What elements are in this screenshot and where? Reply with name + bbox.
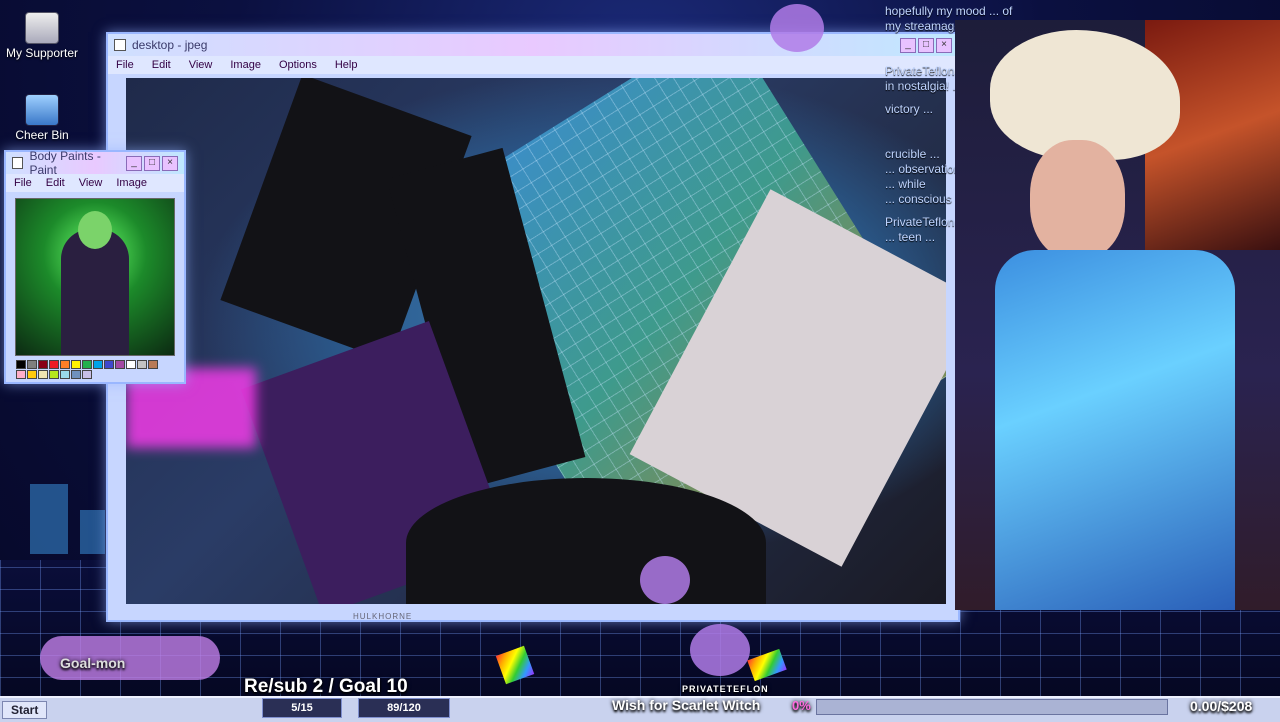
balloon-dog-icon bbox=[690, 624, 750, 676]
stat-1-value: 5/15 bbox=[291, 702, 313, 714]
city-building bbox=[30, 484, 68, 554]
user-tag: PRIVATETEFLON bbox=[682, 684, 769, 694]
image-viewer-window: desktop - jpeg _ □ × File Edit View Imag… bbox=[106, 32, 960, 622]
paint-menu-file[interactable]: File bbox=[14, 177, 32, 189]
palette-swatch[interactable] bbox=[49, 360, 59, 369]
window-footer-label: HULKHORNE bbox=[353, 612, 413, 621]
goal-monitor-label: Goal-mon bbox=[60, 655, 126, 671]
joker-portrait bbox=[15, 198, 175, 356]
menu-edit[interactable]: Edit bbox=[152, 59, 171, 71]
streamer-face bbox=[1030, 140, 1125, 260]
start-button[interactable]: Start bbox=[2, 701, 48, 719]
stat-box-1: 5/15 bbox=[262, 698, 342, 718]
palette-swatch[interactable] bbox=[38, 360, 48, 369]
menu-options[interactable]: Options bbox=[279, 59, 317, 71]
city-building bbox=[80, 510, 105, 554]
palette-swatch[interactable] bbox=[16, 360, 26, 369]
money-goal: 0.00/$208 bbox=[1190, 698, 1253, 714]
resub-goal-text: Re/sub 2 / Goal 10 bbox=[244, 676, 408, 697]
paint-minimize-button[interactable]: _ bbox=[126, 155, 142, 171]
paint-window: Body Paints - Paint _ □ × File Edit View… bbox=[4, 149, 186, 384]
menu-bar: File Edit View Image Options Help bbox=[108, 56, 958, 74]
desktop-icon-label: My Supporter bbox=[5, 46, 79, 60]
wish-percent: 0% bbox=[792, 698, 811, 713]
paint-app-icon bbox=[12, 157, 24, 169]
palette-swatch[interactable] bbox=[82, 370, 92, 379]
paint-menu-image[interactable]: Image bbox=[116, 177, 147, 189]
desktop-icon-label: Cheer Bin bbox=[15, 128, 69, 142]
window-title: desktop - jpeg bbox=[132, 38, 208, 52]
paint-close-button[interactable]: × bbox=[162, 155, 178, 171]
paint-menu-edit[interactable]: Edit bbox=[46, 177, 65, 189]
recycle-bin-icon bbox=[25, 94, 59, 126]
webcam-feed bbox=[955, 20, 1280, 610]
streamer-outfit bbox=[995, 250, 1235, 610]
paint-menu-view[interactable]: View bbox=[79, 177, 103, 189]
menu-help[interactable]: Help bbox=[335, 59, 358, 71]
palette-swatch[interactable] bbox=[137, 360, 147, 369]
palette-swatch[interactable] bbox=[27, 360, 37, 369]
balloon-dog-icon bbox=[640, 556, 690, 604]
computer-icon bbox=[25, 12, 59, 44]
desktop-icon-cheer-bin[interactable]: Cheer Bin bbox=[4, 94, 80, 142]
menu-file[interactable]: File bbox=[116, 59, 134, 71]
stat-box-2: 89/120 bbox=[358, 698, 450, 718]
color-palette bbox=[6, 356, 176, 383]
dark-lap bbox=[406, 478, 766, 604]
chat-line: hopefully my mood ... of bbox=[885, 4, 1013, 18]
palette-swatch[interactable] bbox=[115, 360, 125, 369]
window-app-icon bbox=[114, 39, 126, 51]
paint-window-title: Body Paints - Paint bbox=[29, 149, 101, 177]
palette-swatch[interactable] bbox=[71, 370, 81, 379]
palette-swatch[interactable] bbox=[16, 370, 26, 379]
palette-swatch[interactable] bbox=[82, 360, 92, 369]
palette-swatch[interactable] bbox=[148, 360, 158, 369]
balloon-dog-icon bbox=[770, 4, 824, 52]
menu-view[interactable]: View bbox=[189, 59, 213, 71]
palette-swatch[interactable] bbox=[104, 360, 114, 369]
window-titlebar[interactable]: desktop - jpeg _ □ × bbox=[108, 34, 958, 56]
paint-maximize-button[interactable]: □ bbox=[144, 155, 160, 171]
palette-swatch[interactable] bbox=[60, 360, 70, 369]
palette-swatch[interactable] bbox=[60, 370, 70, 379]
paint-titlebar[interactable]: Body Paints - Paint _ □ × bbox=[6, 149, 184, 177]
wish-progress-bar bbox=[816, 699, 1168, 715]
palette-swatch[interactable] bbox=[93, 360, 103, 369]
desktop-icon-my-supporter[interactable]: My Supporter bbox=[4, 12, 80, 60]
palette-swatch[interactable] bbox=[71, 360, 81, 369]
wish-title: Wish for Scarlet Witch bbox=[612, 697, 761, 713]
desk-photo bbox=[126, 78, 946, 604]
palette-swatch[interactable] bbox=[38, 370, 48, 379]
stat-2-value: 89/120 bbox=[387, 702, 421, 714]
palette-swatch[interactable] bbox=[126, 360, 136, 369]
palette-swatch[interactable] bbox=[49, 370, 59, 379]
figure-head bbox=[78, 211, 112, 249]
menu-image[interactable]: Image bbox=[230, 59, 261, 71]
palette-swatch[interactable] bbox=[27, 370, 37, 379]
